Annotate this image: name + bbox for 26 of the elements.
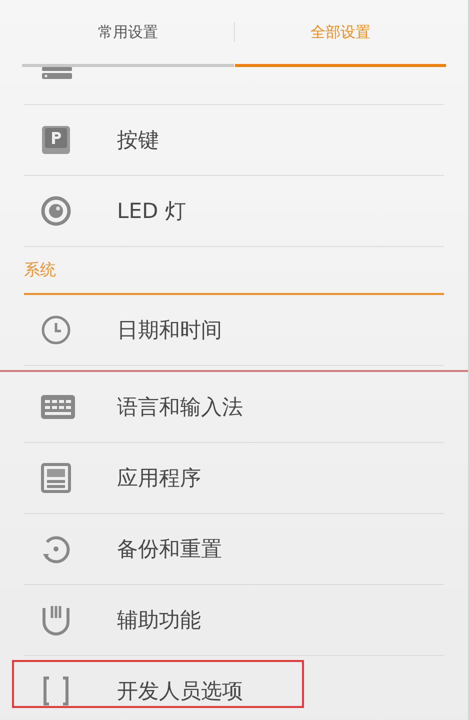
led-icon [41, 196, 71, 226]
parking-key-icon [41, 125, 71, 155]
item-label: 应用程序 [117, 465, 201, 492]
settings-item[interactable]: 应用程序 [24, 443, 444, 514]
section-header: 系统 [24, 260, 56, 280]
settings-item[interactable]: 语言和输入法 [24, 372, 444, 443]
settings-item[interactable]: 辅助功能 [24, 585, 444, 656]
app-window-icon [41, 463, 71, 493]
brackets-icon [41, 676, 71, 706]
item-label: 日期和时间 [117, 317, 222, 344]
item-label: 语言和输入法 [117, 394, 243, 421]
item-label: 辅助功能 [117, 607, 201, 634]
settings-item[interactable]: 备份和重置 [24, 514, 444, 585]
keyboard-icon [41, 395, 75, 419]
settings-item[interactable]: LED 灯 [24, 176, 444, 247]
item-label: 开发人员选项 [117, 678, 243, 705]
item-label: 按键 [117, 127, 159, 154]
hand-icon [41, 604, 71, 636]
item-label: LED 灯 [117, 198, 186, 225]
clock-icon [41, 315, 71, 345]
settings-item[interactable]: 开发人员选项 [24, 656, 444, 720]
restore-icon [41, 534, 71, 564]
settings-item[interactable]: 日期和时间 [24, 295, 444, 366]
item-label: 备份和重置 [117, 536, 222, 563]
settings-item[interactable]: 按键 [24, 105, 444, 176]
storage-icon [42, 67, 72, 79]
